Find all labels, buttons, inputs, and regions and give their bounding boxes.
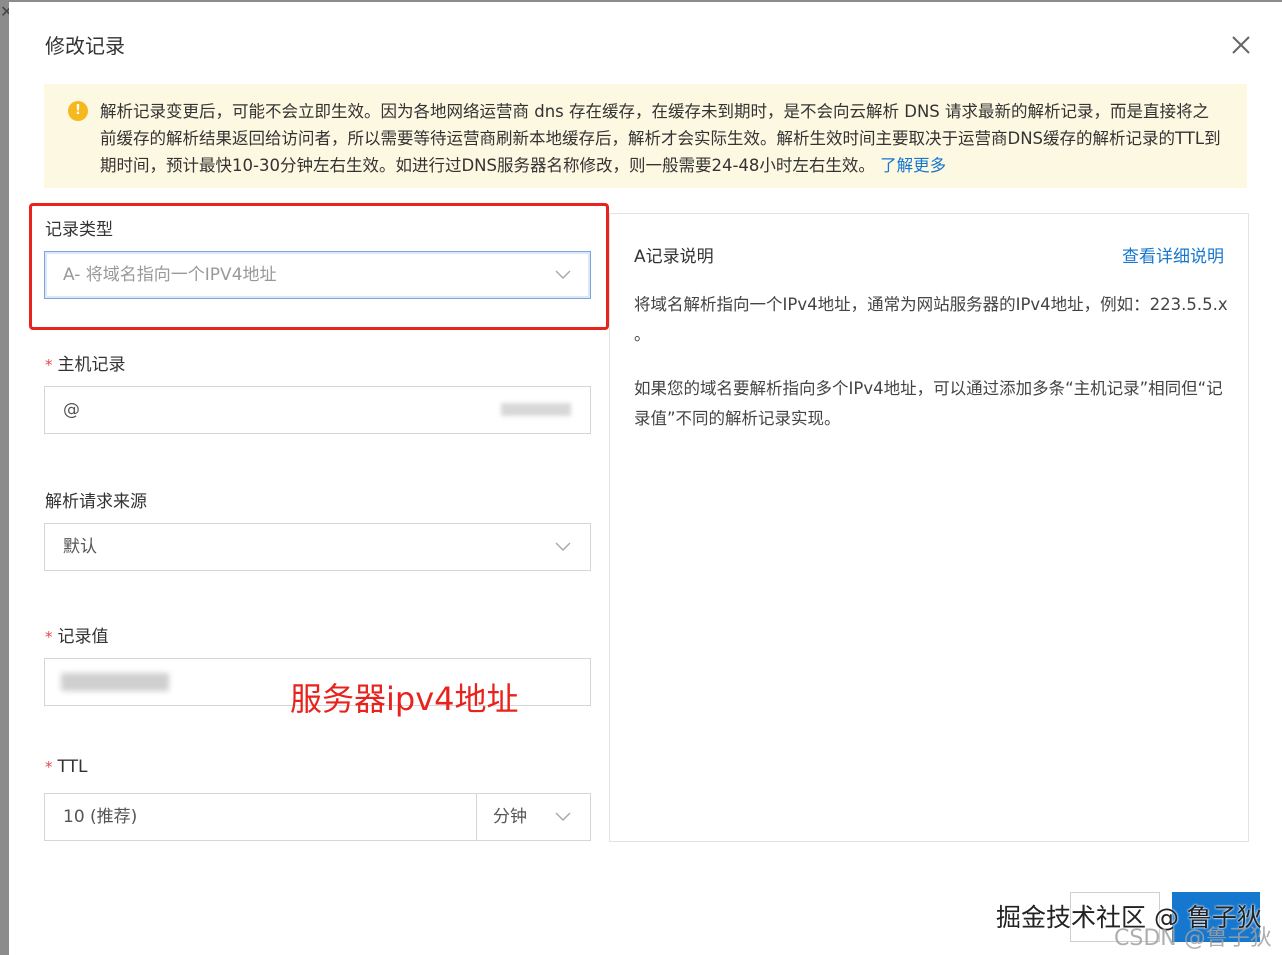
- required-mark: *: [45, 758, 53, 776]
- view-details-link[interactable]: 查看详细说明: [1122, 242, 1224, 267]
- ttl-input[interactable]: 10 (推荐): [44, 793, 477, 841]
- help-paragraph-2: 如果您的域名要解析指向多个IPv4地址，可以通过添加多条“主机记录”相同但“记录…: [634, 379, 1223, 428]
- edit-record-dialog: 修改记录 ! 解析记录变更后，可能不会立即生效。因为各地网络运营商 dns 存在…: [9, 2, 1282, 955]
- ttl-value: 10 (推荐): [63, 807, 138, 827]
- ttl-unit-value: 分钟: [493, 807, 527, 827]
- request-source-select[interactable]: 默认: [44, 523, 591, 571]
- notice-text: 解析记录变更后，可能不会立即生效。因为各地网络运营商 dns 存在缓存，在缓存未…: [100, 102, 1221, 175]
- host-record-label: * 主机记录: [45, 355, 126, 375]
- record-value-label: * 记录值: [45, 627, 109, 647]
- help-title: A记录说明: [634, 247, 714, 267]
- warning-icon: !: [68, 101, 88, 121]
- request-source-label: 解析请求来源: [45, 492, 147, 512]
- ipv4-annotation: 服务器ipv4地址: [290, 680, 519, 718]
- host-record-input[interactable]: @: [44, 386, 591, 434]
- help-paragraph-1: 将域名解析指向一个IPv4地址，通常为网站服务器的IPv4地址，例如：223.5…: [634, 295, 1228, 344]
- chevron-down-icon: [555, 542, 571, 552]
- host-record-value: @: [63, 400, 80, 420]
- close-icon[interactable]: [1228, 32, 1254, 58]
- domain-suffix-redacted: [501, 403, 571, 416]
- chevron-down-icon: [555, 812, 571, 822]
- request-source-value: 默认: [63, 537, 97, 557]
- ip-address-redacted: [61, 673, 169, 691]
- ttl-label: * TTL: [45, 757, 88, 777]
- propagation-notice: ! 解析记录变更后，可能不会立即生效。因为各地网络运营商 dns 存在缓存，在缓…: [44, 84, 1247, 188]
- record-type-highlight: [29, 203, 609, 330]
- ttl-unit-select[interactable]: 分钟: [476, 793, 591, 841]
- dialog-title: 修改记录: [45, 34, 125, 58]
- learn-more-link[interactable]: 了解更多: [880, 156, 946, 175]
- a-record-help-panel: A记录说明 查看详细说明 将域名解析指向一个IPv4地址，通常为网站服务器的IP…: [609, 213, 1249, 842]
- required-mark: *: [45, 356, 53, 374]
- required-mark: *: [45, 628, 53, 646]
- csdn-watermark: CSDN @鲁子狄: [1114, 926, 1272, 951]
